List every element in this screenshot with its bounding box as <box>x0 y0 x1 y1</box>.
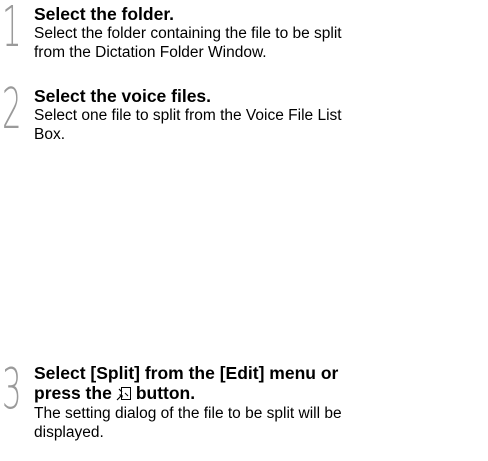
step-2-body-line-1: Select one file to split from the Voice … <box>34 107 342 124</box>
step-1-body: Select the folder containing the file to… <box>34 24 482 62</box>
step-2-title: Select the voice files. <box>34 86 212 106</box>
step-1-body-line-1: Select the folder containing the file to… <box>34 25 342 42</box>
step-2-body-line-2: Box. <box>34 126 66 143</box>
step-3-title-line-1-text: Select [Split] from the [Edit] menu or <box>34 363 339 383</box>
step-3-title-line-1: Select [Split] from the [Edit] menu or <box>34 363 482 383</box>
step-3-body: The setting dialog of the file to be spl… <box>34 404 482 442</box>
step-3-number: 3 <box>2 357 22 422</box>
step-1-body-line-2: from the Dictation Folder Window. <box>34 44 267 61</box>
step-1-title: Select the folder. <box>34 4 175 24</box>
step-3-title-line-2: press the button. <box>34 383 482 403</box>
step-3-title-line-2-after: button. <box>135 383 196 403</box>
split-icon <box>116 386 132 402</box>
step-2-number: 2 <box>2 77 22 142</box>
step-3-title-line-2-before: press the <box>34 383 112 403</box>
step-1-number: 1 <box>2 0 22 60</box>
step-2-body: Select one file to split from the Voice … <box>34 106 482 144</box>
step-3-body-line-2: displayed. <box>34 424 104 441</box>
step-3-body-line-1: The setting dialog of the file to be spl… <box>34 405 342 422</box>
step-3-title: Select [Split] from the [Edit] menu or p… <box>34 363 482 403</box>
